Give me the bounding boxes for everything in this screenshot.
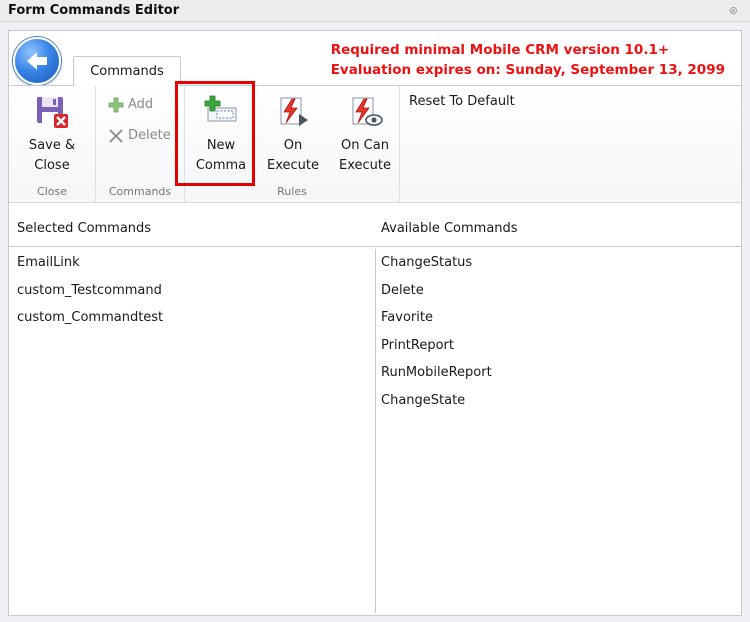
available-commands-header: Available Commands bbox=[373, 211, 741, 247]
save-close-label-2: Close bbox=[34, 158, 70, 173]
plus-icon bbox=[108, 97, 124, 112]
x-icon bbox=[109, 128, 123, 143]
close-icon[interactable]: ⊗ bbox=[729, 4, 738, 17]
ribbon-group-label-commands: Commands bbox=[108, 185, 172, 198]
add-label: Add bbox=[128, 97, 154, 112]
list-item[interactable]: ChangeStatus bbox=[373, 251, 741, 279]
on-can-execute-button[interactable]: On Can Execute bbox=[336, 90, 394, 176]
ribbon-toolbar: Save & Close Close Add Delete Commands N… bbox=[9, 85, 741, 204]
window-body: Commands Required minimal Mobile CRM ver… bbox=[0, 22, 750, 622]
delete-button[interactable]: Delete bbox=[108, 125, 171, 147]
title-bar: Form Commands Editor ⊗ bbox=[0, 0, 750, 22]
selected-commands-panel: Selected Commands EmailLink custom_Testc… bbox=[9, 211, 375, 615]
ribbon-group-label-rules: Rules bbox=[277, 185, 307, 198]
notice-expiry: Evaluation expires on: Sunday, September… bbox=[330, 62, 725, 78]
ribbon-group-commands: Add Delete Commands bbox=[96, 86, 185, 204]
commands-lists: Selected Commands EmailLink custom_Testc… bbox=[9, 211, 741, 615]
available-commands-panel: Available Commands ChangeStatus Delete F… bbox=[373, 211, 741, 615]
lightning-eye-icon bbox=[352, 97, 383, 126]
list-item[interactable]: custom_Testcommand bbox=[9, 279, 375, 307]
selected-commands-header: Selected Commands bbox=[9, 211, 375, 247]
ribbon-group-label-close: Close bbox=[37, 185, 67, 198]
reset-to-default-button[interactable]: Reset To Default bbox=[409, 94, 515, 109]
notice-version: Required minimal Mobile CRM version 10.1… bbox=[330, 42, 670, 58]
delete-label: Delete bbox=[128, 128, 171, 143]
tab-commands[interactable]: Commands bbox=[73, 56, 181, 86]
on-execute-label-1: On bbox=[283, 138, 303, 153]
selected-commands-list: EmailLink custom_Testcommand custom_Comm… bbox=[9, 247, 375, 334]
back-button[interactable] bbox=[13, 37, 61, 85]
on-execute-label-2: Execute bbox=[267, 158, 319, 173]
list-item[interactable]: Favorite bbox=[373, 306, 741, 334]
ribbon-group-close: Save & Close Close bbox=[9, 86, 96, 204]
list-item[interactable]: RunMobileReport bbox=[373, 361, 741, 389]
add-button[interactable]: Add bbox=[108, 94, 153, 116]
on-execute-button[interactable]: On Execute bbox=[264, 90, 322, 176]
list-item[interactable]: ChangeState bbox=[373, 389, 741, 417]
arrow-left-icon bbox=[27, 52, 47, 70]
window-title: Form Commands Editor bbox=[8, 3, 180, 18]
list-item[interactable]: Delete bbox=[373, 279, 741, 307]
highlight-box bbox=[175, 81, 255, 186]
editor-frame: Commands Required minimal Mobile CRM ver… bbox=[8, 30, 742, 616]
lightning-play-icon bbox=[280, 97, 308, 126]
list-item[interactable]: custom_Commandtest bbox=[9, 306, 375, 334]
on-can-execute-label-1: On Can bbox=[341, 138, 389, 153]
save-close-label-1: Save & bbox=[28, 138, 76, 153]
save-close-button[interactable]: Save & Close bbox=[23, 90, 81, 176]
on-can-execute-label-2: Execute bbox=[339, 158, 391, 173]
list-item[interactable]: EmailLink bbox=[9, 251, 375, 279]
available-commands-list: ChangeStatus Delete Favorite PrintReport… bbox=[373, 247, 741, 416]
evaluation-notice: Required minimal Mobile CRM version 10.1… bbox=[331, 40, 725, 80]
list-item[interactable]: PrintReport bbox=[373, 334, 741, 362]
floppy-disk-icon bbox=[37, 97, 68, 128]
